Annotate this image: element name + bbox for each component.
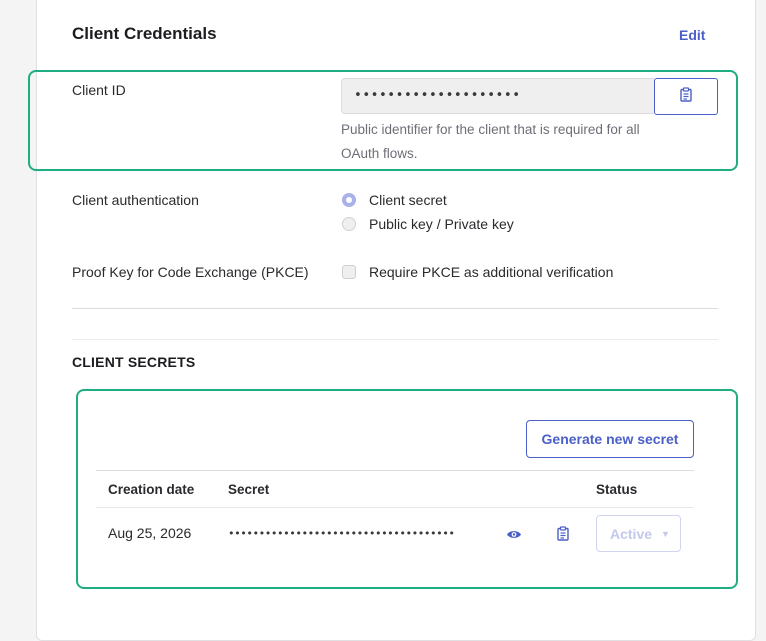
copy-client-id-button[interactable] xyxy=(654,78,718,115)
client-id-field[interactable]: •••••••••••••••••••• xyxy=(341,78,654,114)
divider xyxy=(72,308,718,309)
client-id-help: Public identifier for the client that is… xyxy=(341,118,691,166)
column-status: Status xyxy=(596,482,638,497)
pkce-label: Proof Key for Code Exchange (PKCE) xyxy=(72,264,309,280)
client-id-label: Client ID xyxy=(72,82,126,98)
secret-creation-date: Aug 25, 2026 xyxy=(108,525,192,541)
clipboard-icon xyxy=(679,86,693,107)
table-top-border xyxy=(96,470,694,471)
radio-client-secret-label[interactable]: Client secret xyxy=(369,192,447,208)
secret-value: ••••••••••••••••••••••••••••••••••••• xyxy=(228,527,455,540)
column-creation-date: Creation date xyxy=(108,482,195,497)
divider xyxy=(72,339,718,340)
clipboard-icon[interactable] xyxy=(553,523,573,543)
radio-client-secret[interactable] xyxy=(342,193,356,207)
chevron-down-icon: ▼ xyxy=(661,528,670,539)
pkce-checkbox-label[interactable]: Require PKCE as additional verification xyxy=(369,264,613,280)
generate-secret-button[interactable]: Generate new secret xyxy=(526,420,694,458)
status-select[interactable]: Active ▼ xyxy=(596,515,681,552)
section-title: Client Credentials xyxy=(72,24,217,43)
radio-public-private-key-label[interactable]: Public key / Private key xyxy=(369,216,514,232)
client-secrets-title: CLIENT SECRETS xyxy=(72,354,196,370)
pkce-checkbox[interactable] xyxy=(342,265,356,279)
eye-icon[interactable] xyxy=(504,524,524,544)
edit-link[interactable]: Edit xyxy=(679,27,705,43)
client-id-help-line2: OAuth flows. xyxy=(341,146,418,161)
client-id-help-line1: Public identifier for the client that is… xyxy=(341,122,640,137)
column-secret: Secret xyxy=(228,482,270,497)
table-header-border xyxy=(96,507,694,508)
status-value: Active xyxy=(610,525,653,542)
client-auth-label: Client authentication xyxy=(72,192,199,208)
radio-public-private-key[interactable] xyxy=(342,217,356,231)
